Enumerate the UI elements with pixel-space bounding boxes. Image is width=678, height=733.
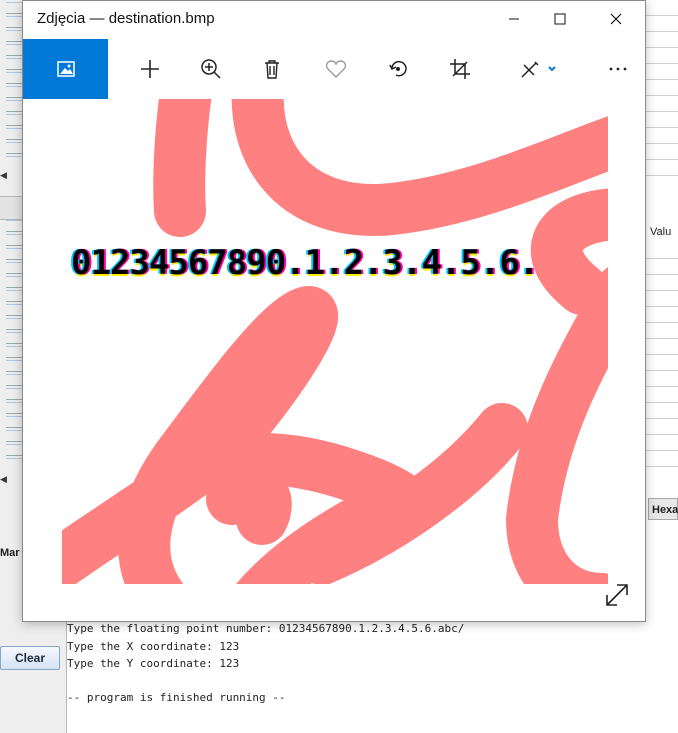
scroll-left-arrow[interactable]: ◀ <box>0 474 8 490</box>
photos-window: Zdjęcia — destination.bmp 01234567890.1.… <box>22 0 646 622</box>
image-digit-text: 01234567890.1.2.3.4.5.6. <box>71 243 539 283</box>
close-button[interactable] <box>593 1 639 37</box>
heart-icon <box>325 60 347 78</box>
photos-toolbar <box>23 39 645 99</box>
expand-icon <box>606 584 628 606</box>
image-canvas[interactable]: 01234567890.1.2.3.4.5.6. <box>62 99 608 584</box>
scroll-left-arrow[interactable]: ◀ <box>0 170 8 186</box>
more-icon <box>609 67 627 71</box>
console-line: Type the floating point number: 01234567… <box>67 622 465 635</box>
trash-icon <box>265 60 279 79</box>
delete-button[interactable] <box>245 39 299 99</box>
panel-label: Mar <box>0 547 20 559</box>
console-line: Type the Y coordinate: 123 <box>67 657 240 670</box>
hexadecimal-toggle[interactable]: Hexa <box>648 498 678 520</box>
console-side-panel <box>0 620 66 733</box>
column-header-value: Valu <box>650 226 672 238</box>
view-image-button[interactable] <box>23 39 108 99</box>
title-bar[interactable]: Zdjęcia — destination.bmp <box>23 1 645 39</box>
clear-button[interactable]: Clear <box>0 646 60 670</box>
background-right-grid <box>646 0 678 180</box>
window-title: Zdjęcia — destination.bmp <box>37 10 215 27</box>
edit-draw-button[interactable] <box>509 39 569 99</box>
image-icon <box>56 61 75 77</box>
zoom-in-icon <box>201 59 221 79</box>
plus-icon <box>141 60 159 78</box>
close-icon <box>610 13 622 25</box>
minimize-button[interactable] <box>491 1 537 37</box>
drawn-strokes <box>62 99 608 584</box>
edit-draw-icon <box>521 61 556 78</box>
background-right-grid <box>646 243 678 475</box>
crop-button[interactable] <box>433 39 487 99</box>
background-table-cells <box>6 218 22 468</box>
maximize-icon <box>554 13 566 25</box>
rotate-icon <box>389 60 407 77</box>
minimize-icon <box>509 18 519 20</box>
more-options-button[interactable] <box>591 39 645 99</box>
maximize-button[interactable] <box>537 1 583 37</box>
expand-button[interactable] <box>603 581 631 609</box>
run-io-console[interactable]: Type the floating point number: 01234567… <box>66 620 678 733</box>
favorite-button[interactable] <box>309 39 363 99</box>
add-button[interactable] <box>123 39 177 99</box>
background-table-cells <box>6 0 22 160</box>
rotate-button[interactable] <box>371 39 425 99</box>
zoom-in-button[interactable] <box>184 39 238 99</box>
crop-icon <box>450 59 470 79</box>
console-line: -- program is finished running -- <box>67 690 286 704</box>
console-line: Type the X coordinate: 123 <box>67 639 240 653</box>
